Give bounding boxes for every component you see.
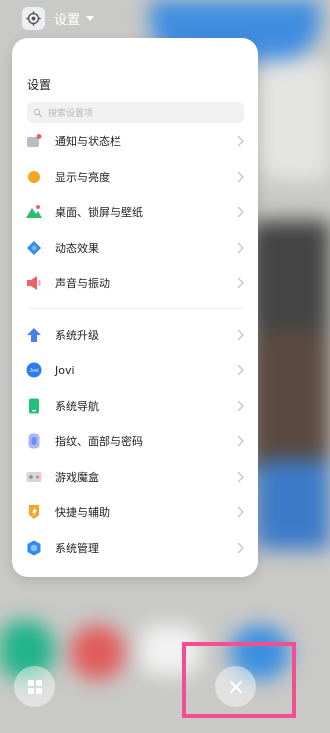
- navigation-icon: [29, 398, 39, 414]
- menu-item-label: Jovi: [55, 363, 75, 377]
- settings-preview-card[interactable]: 设置 搜索设置项 通知与状态栏 显示与亮度 桌面、锁屏与壁纸 动态效果 声音与振…: [12, 38, 258, 577]
- app-header[interactable]: 设置: [22, 6, 95, 30]
- menu-item-notifications[interactable]: 通知与状态栏: [12, 126, 258, 156]
- brightness-icon: [28, 171, 40, 183]
- menu-item-label: 系统升级: [55, 329, 99, 342]
- jovi-icon: Jovi: [26, 362, 42, 378]
- menu-item-label: 声音与振动: [55, 277, 110, 290]
- search-icon: [33, 108, 42, 117]
- menu-item-game-box[interactable]: 游戏魔盒: [12, 462, 258, 492]
- chevron-right-icon: [237, 435, 244, 447]
- notification-icon: [27, 134, 42, 147]
- menu-item-animation[interactable]: 动态效果: [12, 233, 258, 263]
- shortcut-icon: [29, 505, 39, 519]
- menu-item-label: 游戏魔盒: [55, 471, 99, 484]
- menu-item-label: 指纹、面部与密码: [55, 435, 143, 448]
- svg-text:Jovi: Jovi: [30, 368, 39, 374]
- chevron-right-icon: [237, 171, 244, 183]
- chevron-right-icon: [237, 206, 244, 218]
- chevron-right-icon: [237, 277, 244, 289]
- sound-icon: [27, 276, 41, 290]
- chevron-right-icon: [237, 364, 244, 376]
- search-input[interactable]: 搜索设置项: [27, 102, 244, 123]
- chevron-right-icon: [237, 542, 244, 554]
- menu-item-label: 系统管理: [55, 542, 99, 555]
- chevron-right-icon: [237, 329, 244, 341]
- chevron-right-icon: [237, 471, 244, 483]
- menu-item-system-management[interactable]: 系统管理: [12, 533, 258, 563]
- chevron-right-icon: [237, 135, 244, 147]
- app-title: 设置: [54, 12, 81, 28]
- menu-item-navigation[interactable]: 系统导航: [12, 391, 258, 421]
- search-placeholder: 搜索设置项: [48, 109, 94, 119]
- menu-item-label: 通知与状态栏: [55, 135, 121, 148]
- menu-item-label: 动态效果: [55, 242, 99, 255]
- menu-item-system-upgrade[interactable]: 系统升级: [12, 320, 258, 350]
- grid-icon: [27, 679, 42, 694]
- chevron-down-icon[interactable]: [86, 15, 95, 21]
- menu-item-jovi[interactable]: Jovi Jovi: [12, 355, 258, 385]
- chevron-right-icon: [237, 242, 244, 254]
- page-title: 设置: [27, 78, 52, 92]
- menu-item-label: 桌面、锁屏与壁纸: [55, 206, 143, 219]
- menu-item-label: 快捷与辅助: [55, 506, 110, 519]
- system-management-icon: [27, 540, 41, 556]
- animation-icon: [27, 241, 41, 255]
- menu-item-display[interactable]: 显示与亮度: [12, 162, 258, 192]
- highlight-annotation-box: [182, 642, 296, 718]
- menu-item-label: 显示与亮度: [55, 171, 110, 184]
- wallpaper-icon: [26, 205, 42, 218]
- fingerprint-icon: [28, 433, 40, 449]
- menu-item-shortcuts[interactable]: 快捷与辅助: [12, 497, 258, 527]
- menu-item-label: 系统导航: [55, 400, 99, 413]
- game-icon: [26, 472, 42, 482]
- menu-item-fingerprint[interactable]: 指纹、面部与密码: [12, 426, 258, 456]
- upgrade-icon: [27, 328, 41, 342]
- section-divider: [27, 308, 244, 309]
- chevron-right-icon: [237, 400, 244, 412]
- multi-window-button[interactable]: [14, 666, 55, 707]
- menu-item-sound[interactable]: 声音与振动: [12, 268, 258, 298]
- settings-gear-icon: [22, 6, 45, 30]
- menu-item-wallpaper[interactable]: 桌面、锁屏与壁纸: [12, 197, 258, 227]
- chevron-right-icon: [237, 506, 244, 518]
